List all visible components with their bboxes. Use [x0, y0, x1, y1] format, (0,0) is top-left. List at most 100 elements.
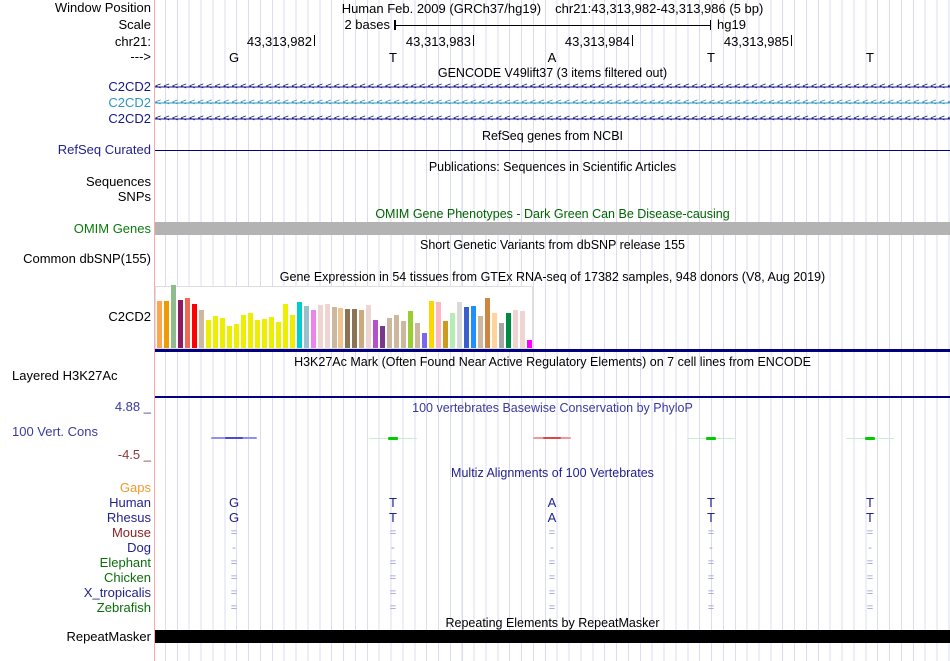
label-repeatmasker[interactable]: RepeatMasker: [66, 629, 151, 644]
label-common-dbsnp[interactable]: Common dbSNP(155): [23, 251, 151, 266]
gtex-tissue-bar[interactable]: [275, 322, 281, 348]
label-layered-h3k27ac[interactable]: Layered H3K27Ac: [12, 368, 118, 383]
gtex-tissue-bar[interactable]: [247, 313, 253, 348]
label-species-zebrafish[interactable]: Zebrafish: [97, 600, 151, 615]
coordinate-tick: [314, 35, 315, 46]
gtex-tissue-bar[interactable]: [471, 306, 477, 348]
gtex-tissue-bar[interactable]: [324, 304, 330, 348]
gtex-tissue-bar[interactable]: [268, 317, 274, 348]
track-title-dbsnp: Short Genetic Variants from dbSNP releas…: [420, 238, 685, 252]
gtex-tissue-bar[interactable]: [464, 307, 470, 348]
gtex-tissue-bar[interactable]: [373, 320, 379, 348]
gtex-tissue-bar[interactable]: [485, 298, 491, 348]
gtex-tissue-bar[interactable]: [401, 321, 407, 348]
label-species-gaps[interactable]: Gaps: [120, 480, 151, 495]
gtex-tissue-bar[interactable]: [443, 321, 449, 348]
gtex-tissue-bar[interactable]: [394, 315, 400, 348]
label-gencode-c2cd2-c[interactable]: C2CD2: [108, 111, 151, 126]
scale-bar-left-tick: [394, 20, 396, 30]
label-species-rhesus[interactable]: Rhesus: [107, 510, 151, 525]
alignment-cell-mouse: =: [389, 527, 397, 539]
gtex-tissue-bar[interactable]: [415, 323, 421, 348]
alignment-cell-chicken: =: [548, 572, 556, 584]
gtex-tissue-bar[interactable]: [261, 319, 267, 348]
label-gencode-c2cd2-b[interactable]: C2CD2: [108, 95, 151, 110]
gtex-tissue-bar[interactable]: [345, 309, 351, 348]
label-species-dog[interactable]: Dog: [127, 540, 151, 555]
gtex-gene-model-line[interactable]: [155, 349, 950, 352]
gtex-tissue-bar[interactable]: [506, 313, 511, 348]
label-window-position: Window Position: [54, 0, 151, 15]
gtex-tissue-bar[interactable]: [457, 302, 463, 348]
gtex-tissue-bar[interactable]: [478, 316, 484, 348]
label-gencode-c2cd2-a[interactable]: C2CD2: [108, 79, 151, 94]
gtex-tissue-bar[interactable]: [317, 305, 323, 348]
repeatmasker-element-bar[interactable]: [155, 630, 950, 643]
gtex-tissue-bar[interactable]: [205, 320, 211, 348]
gtex-tissue-bar[interactable]: [366, 305, 372, 348]
phylop-mark-tick: [706, 436, 716, 440]
gtex-tissue-bar[interactable]: [282, 304, 288, 348]
gtex-tissue-bar[interactable]: [387, 318, 393, 348]
gtex-tissue-bar[interactable]: [422, 333, 428, 348]
gtex-tissue-bar[interactable]: [352, 309, 358, 348]
gtex-tissue-bar[interactable]: [303, 306, 309, 348]
label-sequences[interactable]: Sequences: [86, 174, 151, 189]
gtex-tissue-bar[interactable]: [359, 310, 365, 348]
gtex-tissue-bar[interactable]: [191, 304, 197, 348]
gtex-tissue-bar[interactable]: [310, 310, 316, 348]
gtex-tissue-bar[interactable]: [526, 340, 532, 348]
gencode-transcript-c2cd2-0[interactable]: <<<<<<<<<<<<<<<<<<<<<<<<<<<<<<<<<<<<<<<<…: [155, 81, 950, 93]
gtex-tissue-bar[interactable]: [512, 310, 518, 348]
gtex-tissue-bar[interactable]: [436, 302, 442, 348]
refseq-curated-gene-line[interactable]: [155, 149, 950, 151]
gencode-transcript-c2cd2-1[interactable]: <<<<<<<<<<<<<<<<<<<<<<<<<<<<<<<<<<<<<<<<…: [155, 97, 950, 109]
label-species-mouse[interactable]: Mouse: [112, 525, 151, 540]
alignment-cell-zebrafish: =: [389, 602, 397, 614]
gtex-tissue-bar[interactable]: [240, 315, 246, 348]
gtex-tissue-bar[interactable]: [219, 318, 225, 348]
label-species-elephant[interactable]: Elephant: [100, 555, 151, 570]
gtex-tissue-bar[interactable]: [296, 302, 302, 348]
alignment-cell-zebrafish: =: [707, 602, 715, 614]
coordinate-label: 43,313,982: [246, 34, 312, 49]
label-snps[interactable]: SNPs: [118, 189, 151, 204]
label-species-x_tropicalis[interactable]: X_tropicalis: [84, 585, 151, 600]
gtex-tissue-bar[interactable]: [233, 324, 239, 348]
alignment-cell-dog: -: [550, 542, 554, 554]
gtex-tissue-bar[interactable]: [163, 301, 169, 348]
label-refseq-curated[interactable]: RefSeq Curated: [58, 142, 151, 157]
gtex-tissue-bar[interactable]: [492, 313, 498, 348]
coordinate-label: 43,313,983: [405, 34, 471, 49]
label-species-chicken[interactable]: Chicken: [104, 570, 151, 585]
gtex-tissue-bar[interactable]: [157, 301, 162, 348]
track-title-omim: OMIM Gene Phenotypes - Dark Green Can Be…: [375, 207, 730, 221]
gtex-tissue-bar[interactable]: [338, 308, 344, 348]
gencode-transcript-c2cd2-2[interactable]: <<<<<<<<<<<<<<<<<<<<<<<<<<<<<<<<<<<<<<<<…: [155, 113, 950, 125]
alignment-cell-zebrafish: =: [866, 602, 874, 614]
gtex-tissue-bar[interactable]: [198, 310, 204, 348]
gtex-tissue-bar[interactable]: [254, 320, 260, 348]
gtex-tissue-bar[interactable]: [177, 300, 183, 348]
gtex-tissue-bar[interactable]: [499, 323, 505, 348]
gtex-tissue-bar[interactable]: [226, 326, 232, 348]
label-species-human[interactable]: Human: [109, 495, 151, 510]
gtex-tissue-bar[interactable]: [170, 285, 176, 348]
gtex-tissue-bar[interactable]: [212, 316, 218, 348]
gtex-tissue-bar[interactable]: [519, 311, 525, 348]
gtex-tissue-bar[interactable]: [450, 313, 456, 348]
label-vert-cons[interactable]: 100 Vert. Cons: [12, 424, 98, 439]
alignment-cell-rhesus: T: [707, 510, 715, 525]
gtex-tissue-bar[interactable]: [429, 301, 435, 348]
label-omim-genes[interactable]: OMIM Genes: [74, 221, 151, 236]
omim-gene-bar[interactable]: [155, 222, 950, 235]
gtex-tissue-bar[interactable]: [408, 311, 414, 348]
gtex-tissue-bar[interactable]: [289, 315, 295, 348]
alignment-cell-human: G: [228, 495, 240, 510]
gtex-tissue-bar[interactable]: [331, 307, 337, 348]
gtex-tissue-bar[interactable]: [380, 326, 386, 348]
sequence-base: T: [707, 50, 715, 65]
gtex-expression-chart[interactable]: [155, 285, 533, 349]
gtex-tissue-bar[interactable]: [184, 298, 190, 348]
label-gtex-gene[interactable]: C2CD2: [108, 309, 151, 324]
